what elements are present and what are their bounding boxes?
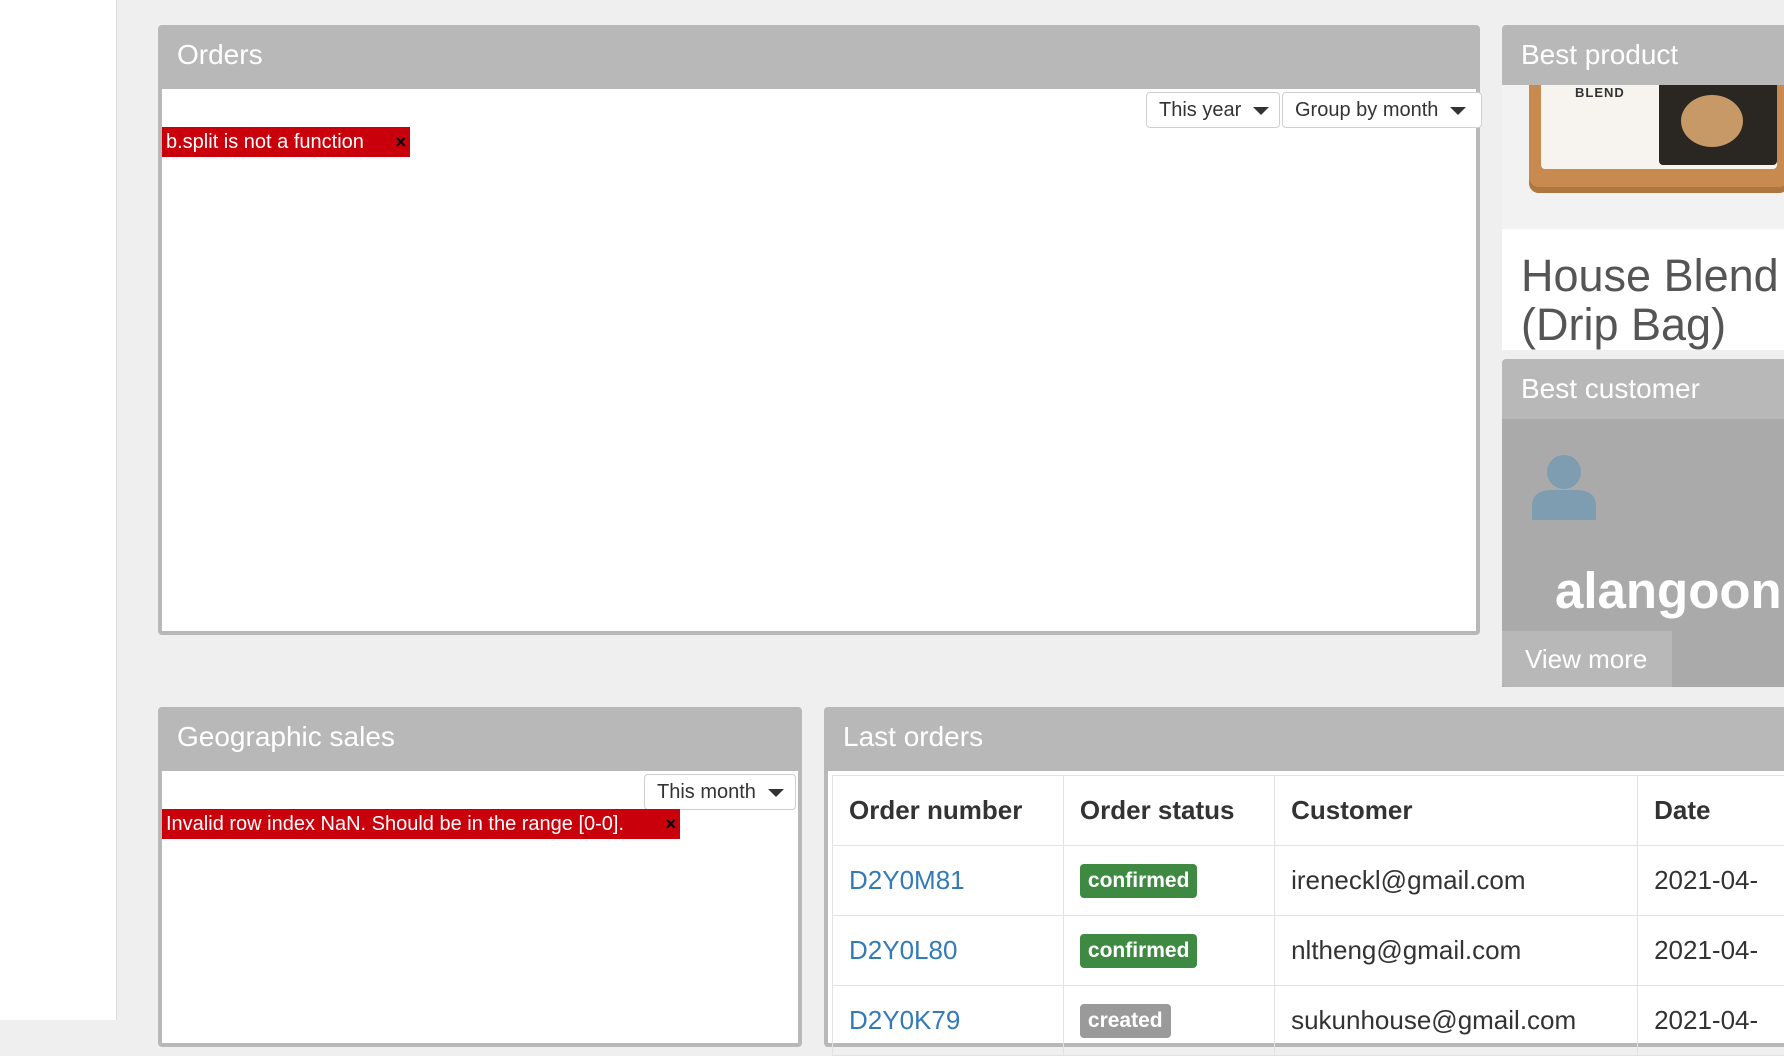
- close-icon[interactable]: ×: [395, 127, 406, 157]
- user-icon: [1532, 454, 1596, 520]
- table-header-row: Order number Order status Customer Date: [833, 776, 1784, 846]
- order-number-link[interactable]: D2Y0M81: [849, 865, 965, 895]
- table-row[interactable]: D2Y0L80 confirmed nltheng@gmail.com 2021…: [833, 916, 1784, 986]
- last-orders-body: Order number Order status Customer Date …: [824, 767, 1784, 1047]
- order-number-link[interactable]: D2Y0L80: [849, 935, 957, 965]
- best-product-panel: BLEND Best product House Blend (Drip Bag…: [1502, 25, 1784, 329]
- geo-error-message: Invalid row index NaN. Should be in the …: [162, 809, 680, 839]
- period-dropdown[interactable]: This year: [1146, 92, 1280, 128]
- chevron-down-icon: [768, 789, 784, 797]
- best-customer-body: alangoon View more: [1502, 419, 1784, 687]
- orders-panel-body: This year Group by month b.split is not …: [158, 85, 1480, 635]
- column-header-customer: Customer: [1275, 776, 1638, 846]
- order-date: 2021-04-: [1638, 986, 1784, 1056]
- order-number-link[interactable]: D2Y0K79: [849, 1005, 960, 1035]
- geo-period-dropdown-label: This month: [657, 781, 756, 803]
- best-customer-title: Best customer: [1502, 359, 1784, 419]
- table-row[interactable]: D2Y0M81 confirmed ireneckl@gmail.com 202…: [833, 846, 1784, 916]
- orders-panel-title: Orders: [158, 25, 1480, 85]
- best-customer-name: alangoon: [1555, 561, 1782, 620]
- close-icon[interactable]: ×: [665, 809, 676, 839]
- customer-email: nltheng@gmail.com: [1275, 916, 1638, 986]
- orders-error-message: b.split is not a function ×: [162, 127, 410, 157]
- last-orders-title: Last orders: [824, 707, 1784, 767]
- last-orders-panel: Last orders Order number Order status Cu…: [824, 707, 1784, 1047]
- column-header-date: Date: [1638, 776, 1784, 846]
- best-customer-panel: Best customer alangoon View more: [1502, 359, 1784, 687]
- geographic-sales-panel: Geographic sales This month Invalid row …: [158, 707, 802, 1047]
- geo-period-dropdown[interactable]: This month: [644, 774, 796, 810]
- geographic-sales-body: This month Invalid row index NaN. Should…: [158, 767, 802, 1047]
- chevron-down-icon: [1450, 107, 1466, 115]
- order-date: 2021-04-: [1638, 846, 1784, 916]
- customer-email: ireneckl@gmail.com: [1275, 846, 1638, 916]
- geo-error-text: Invalid row index NaN. Should be in the …: [166, 813, 624, 835]
- orders-panel: Orders This year Group by month b.split …: [158, 25, 1480, 635]
- orders-error-text: b.split is not a function: [166, 131, 364, 153]
- status-badge: created: [1080, 1004, 1171, 1038]
- status-badge: confirmed: [1080, 934, 1198, 968]
- group-by-dropdown-label: Group by month: [1295, 99, 1438, 121]
- chevron-down-icon: [1253, 107, 1269, 115]
- left-sidebar: [0, 0, 117, 1020]
- product-image-text: BLEND: [1575, 85, 1625, 100]
- group-by-dropdown[interactable]: Group by month: [1282, 92, 1482, 128]
- table-row[interactable]: D2Y0K79 created sukunhouse@gmail.com 202…: [833, 986, 1784, 1056]
- column-header-order-number: Order number: [833, 776, 1064, 846]
- customer-email: sukunhouse@gmail.com: [1275, 986, 1638, 1056]
- product-image: BLEND: [1502, 85, 1784, 229]
- best-product-title: Best product: [1502, 25, 1784, 85]
- column-header-order-status: Order status: [1063, 776, 1274, 846]
- view-more-button[interactable]: View more: [1502, 631, 1672, 687]
- geographic-sales-title: Geographic sales: [158, 707, 802, 767]
- best-product-name[interactable]: House Blend (Drip Bag): [1502, 229, 1784, 350]
- order-date: 2021-04-: [1638, 916, 1784, 986]
- period-dropdown-label: This year: [1159, 99, 1241, 121]
- status-badge: confirmed: [1080, 864, 1198, 898]
- last-orders-table: Order number Order status Customer Date …: [832, 775, 1784, 1056]
